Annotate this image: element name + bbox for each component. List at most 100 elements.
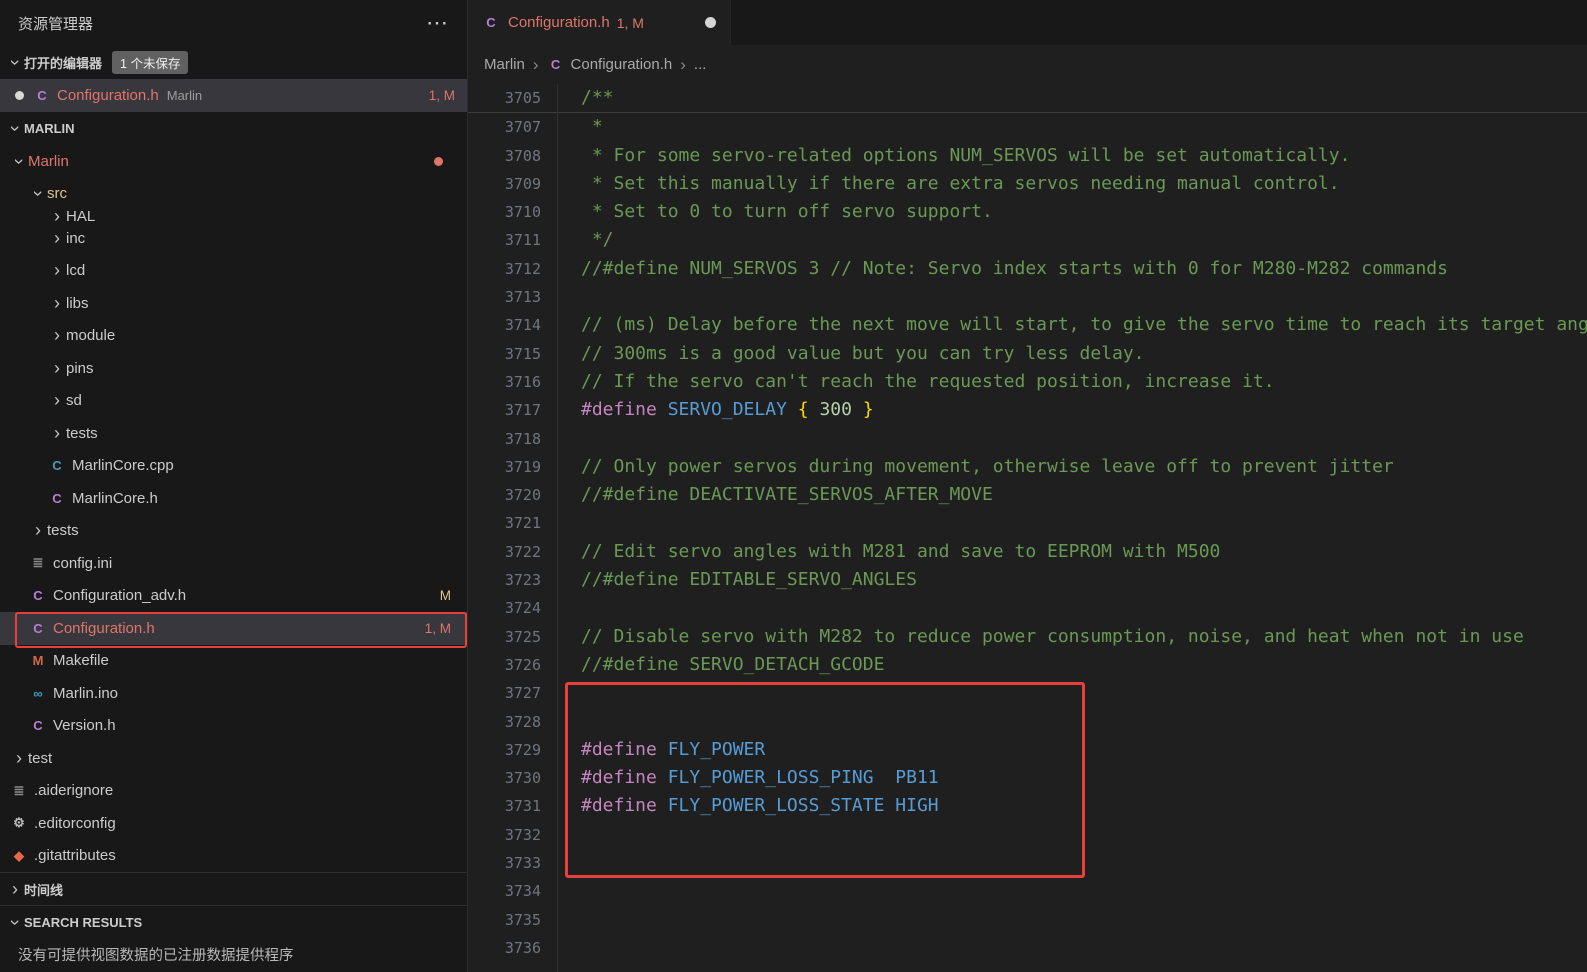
breadcrumb-folder[interactable]: Marlin bbox=[484, 56, 525, 73]
open-editor-item-configuration-h[interactable]: C Configuration.h Marlin 1, M bbox=[0, 79, 467, 112]
tree-folder-inc[interactable]: inc bbox=[0, 222, 467, 255]
tree-folder-libs[interactable]: libs bbox=[0, 287, 467, 320]
line-number[interactable]: 3709 bbox=[468, 170, 541, 198]
code-line-3733[interactable]: 3733 bbox=[468, 849, 1587, 877]
line-number[interactable]: 3731 bbox=[468, 792, 541, 820]
line-number[interactable]: 3729 bbox=[468, 736, 541, 764]
code-line-3729[interactable]: 3729#define FLY_POWER bbox=[468, 736, 1587, 764]
code-line-3732[interactable]: 3732 bbox=[468, 821, 1587, 849]
timeline-header[interactable]: 时间线 bbox=[0, 872, 467, 905]
code-line-3725[interactable]: 3725// Disable servo with M282 to reduce… bbox=[468, 623, 1587, 651]
breadcrumb-file[interactable]: Configuration.h bbox=[571, 56, 673, 73]
tree-folder-lcd[interactable]: lcd bbox=[0, 255, 467, 288]
tree-folder-hal[interactable]: HAL bbox=[0, 210, 467, 222]
tree-file-editorconfig[interactable]: ⚙.editorconfig bbox=[0, 807, 467, 840]
code-line-3736[interactable]: 3736 bbox=[468, 934, 1587, 962]
tree-file-aiderignore[interactable]: ≣.aiderignore bbox=[0, 775, 467, 808]
line-number[interactable]: 3711 bbox=[468, 226, 541, 254]
code-editor[interactable]: 3705/** 3707 *3708 * For some servo-rela… bbox=[468, 84, 1587, 972]
search-results-header[interactable]: SEARCH RESULTS bbox=[0, 905, 467, 938]
code-line-3727[interactable]: 3727 bbox=[468, 679, 1587, 707]
line-number[interactable]: 3727 bbox=[468, 679, 541, 707]
tree-folder-marlin[interactable]: Marlin bbox=[0, 145, 467, 178]
line-number[interactable]: 3732 bbox=[468, 821, 541, 849]
line-number[interactable]: 3730 bbox=[468, 764, 541, 792]
code-line-3731[interactable]: 3731#define FLY_POWER_LOSS_STATE HIGH bbox=[468, 792, 1587, 820]
line-number[interactable]: 3705 bbox=[468, 84, 541, 112]
code-line-3710[interactable]: 3710 * Set to 0 to turn off servo suppor… bbox=[468, 198, 1587, 226]
tree-file-configuration.h[interactable]: CConfiguration.h1, M bbox=[0, 612, 467, 645]
line-number[interactable]: 3717 bbox=[468, 396, 541, 424]
workspace-header[interactable]: MARLIN bbox=[0, 112, 467, 145]
tree-folder-src[interactable]: src bbox=[0, 178, 467, 211]
unsaved-dot-icon[interactable] bbox=[705, 17, 716, 28]
tree-file-version.h[interactable]: CVersion.h bbox=[0, 710, 467, 743]
line-number[interactable]: 3714 bbox=[468, 311, 541, 339]
line-number[interactable]: 3733 bbox=[468, 849, 541, 877]
open-editors-header[interactable]: 打开的编辑器 1 个未保存 bbox=[0, 46, 467, 79]
code-line-3714[interactable]: 3714// (ms) Delay before the next move w… bbox=[468, 311, 1587, 339]
line-number[interactable]: 3728 bbox=[468, 708, 541, 736]
code-line-3721[interactable]: 3721 bbox=[468, 509, 1587, 537]
code-line-3715[interactable]: 3715// 300ms is a good value but you can… bbox=[468, 340, 1587, 368]
code-line-3726[interactable]: 3726//#define SERVO_DETACH_GCODE bbox=[468, 651, 1587, 679]
tree-folder-test[interactable]: test bbox=[0, 742, 467, 775]
tree-file-marlincore.h[interactable]: CMarlinCore.h bbox=[0, 482, 467, 515]
tree-file-config.ini[interactable]: ≣config.ini bbox=[0, 547, 467, 580]
line-number[interactable]: 3736 bbox=[468, 934, 541, 962]
code-line-3722[interactable]: 3722// Edit servo angles with M281 and s… bbox=[468, 538, 1587, 566]
code-line-3724[interactable]: 3724 bbox=[468, 594, 1587, 622]
code-line-3723[interactable]: 3723//#define EDITABLE_SERVO_ANGLES bbox=[468, 566, 1587, 594]
code-line-3708[interactable]: 3708 * For some servo-related options NU… bbox=[468, 142, 1587, 170]
code-line-3709[interactable]: 3709 * Set this manually if there are ex… bbox=[468, 170, 1587, 198]
tree-folder-tests[interactable]: tests bbox=[0, 515, 467, 548]
code-line-3713[interactable]: 3713 bbox=[468, 283, 1587, 311]
breadcrumb-symbol[interactable]: ... bbox=[694, 56, 707, 73]
code-line-3720[interactable]: 3720//#define DEACTIVATE_SERVOS_AFTER_MO… bbox=[468, 481, 1587, 509]
tab-configuration-h[interactable]: C Configuration.h 1, M bbox=[468, 0, 731, 45]
tree-file-marlincore.cpp[interactable]: CMarlinCore.cpp bbox=[0, 450, 467, 483]
search-results-label: SEARCH RESULTS bbox=[24, 915, 142, 930]
line-number[interactable]: 3735 bbox=[468, 906, 541, 934]
line-number[interactable]: 3724 bbox=[468, 594, 541, 622]
tree-folder-tests[interactable]: tests bbox=[0, 417, 467, 450]
line-number[interactable]: 3722 bbox=[468, 538, 541, 566]
tree-folder-pins[interactable]: pins bbox=[0, 352, 467, 385]
tree-folder-module[interactable]: module bbox=[0, 320, 467, 353]
line-number[interactable]: 3721 bbox=[468, 509, 541, 537]
line-number[interactable]: 3723 bbox=[468, 566, 541, 594]
tab-bar: C Configuration.h 1, M bbox=[468, 0, 1587, 45]
code-line-3730[interactable]: 3730#define FLY_POWER_LOSS_PING PB11 bbox=[468, 764, 1587, 792]
line-number[interactable]: 3725 bbox=[468, 623, 541, 651]
code-line-3716[interactable]: 3716// If the servo can't reach the requ… bbox=[468, 368, 1587, 396]
line-number[interactable]: 3707 bbox=[468, 113, 541, 141]
line-number[interactable]: 3734 bbox=[468, 877, 541, 905]
code-line-3707[interactable]: 3707 * bbox=[468, 113, 1587, 141]
tree-file-gitattributes[interactable]: ◆.gitattributes bbox=[0, 840, 467, 873]
code-line-3718[interactable]: 3718 bbox=[468, 425, 1587, 453]
code-line-3728[interactable]: 3728 bbox=[468, 708, 1587, 736]
tree-file-makefile[interactable]: MMakefile bbox=[0, 645, 467, 678]
line-number[interactable]: 3715 bbox=[468, 340, 541, 368]
code-line-3717[interactable]: 3717#define SERVO_DELAY { 300 } bbox=[468, 396, 1587, 424]
code-line-3719[interactable]: 3719// Only power servos during movement… bbox=[468, 453, 1587, 481]
tree-file-configuration_adv.h[interactable]: CConfiguration_adv.hM bbox=[0, 580, 467, 613]
tree-file-marlin.ino[interactable]: ∞Marlin.ino bbox=[0, 677, 467, 710]
line-number[interactable]: 3720 bbox=[468, 481, 541, 509]
line-number[interactable]: 3712 bbox=[468, 255, 541, 283]
line-number[interactable]: 3719 bbox=[468, 453, 541, 481]
line-number[interactable]: 3718 bbox=[468, 425, 541, 453]
tree-folder-sd[interactable]: sd bbox=[0, 385, 467, 418]
sticky-scroll-line[interactable]: 3705/** bbox=[468, 84, 1587, 113]
line-number[interactable]: 3713 bbox=[468, 283, 541, 311]
line-number[interactable]: 3726 bbox=[468, 651, 541, 679]
code-line-3711[interactable]: 3711 */ bbox=[468, 226, 1587, 254]
more-actions-icon[interactable]: ⋯ bbox=[426, 18, 449, 28]
line-number[interactable]: 3708 bbox=[468, 142, 541, 170]
code-line-3712[interactable]: 3712//#define NUM_SERVOS 3 // Note: Serv… bbox=[468, 255, 1587, 283]
code-line-3735[interactable]: 3735 bbox=[468, 906, 1587, 934]
line-number[interactable]: 3710 bbox=[468, 198, 541, 226]
code-line-3734[interactable]: 3734 bbox=[468, 877, 1587, 905]
code-line-3705[interactable]: 3705/** bbox=[468, 84, 1587, 112]
line-number[interactable]: 3716 bbox=[468, 368, 541, 396]
